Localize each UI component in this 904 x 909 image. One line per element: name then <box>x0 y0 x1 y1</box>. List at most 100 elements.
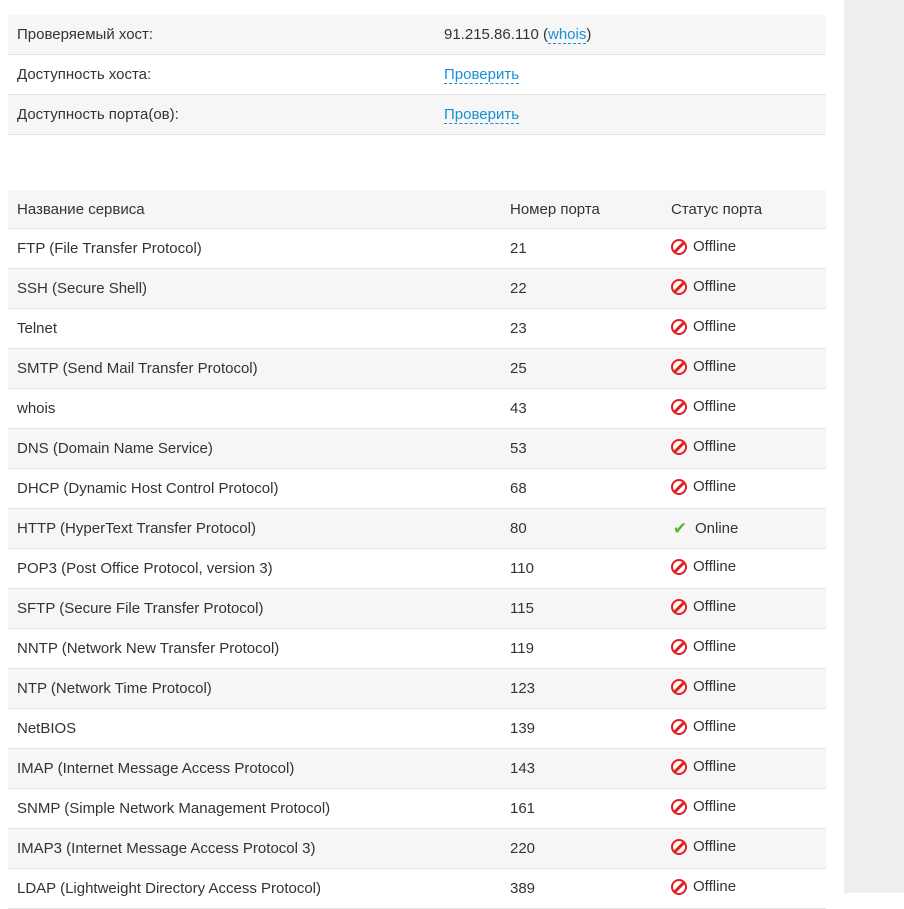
status-badge: Offline <box>671 798 736 815</box>
port-status: Offline <box>662 628 826 669</box>
port-status: Offline <box>662 708 826 749</box>
check-ports-link[interactable]: Проверить <box>444 106 520 124</box>
status-badge: Offline <box>671 638 736 655</box>
service-name: POP3 (Post Office Protocol, version 3) <box>8 548 501 589</box>
header-port-status: Статус порта <box>662 190 826 229</box>
right-sidebar-background <box>844 0 904 893</box>
table-row: NNTP (Network New Transfer Protocol) 119 O… <box>8 628 826 669</box>
port-availability-label: Доступность порта(ов): <box>8 94 435 135</box>
status-label: Offline <box>693 558 737 576</box>
port-status: Offline <box>662 668 826 709</box>
port-number: 21 <box>501 228 662 269</box>
service-name: NTP (Network Time Protocol) <box>8 668 501 709</box>
service-name: SMTP (Send Mail Transfer Protocol) <box>8 348 501 389</box>
service-name: NetBIOS <box>8 708 501 749</box>
port-number: 143 <box>501 748 662 789</box>
status-label: Offline <box>693 718 737 736</box>
no-entry-icon <box>671 358 687 375</box>
status-label: Offline <box>693 438 737 456</box>
port-status: Offline <box>662 468 826 509</box>
no-entry-icon <box>671 878 687 895</box>
host-row: Проверяемый хост: 91.215.86.110 (whois) <box>8 15 826 55</box>
status-label: Online <box>695 520 739 537</box>
no-entry-icon <box>671 638 687 655</box>
port-number: 389 <box>501 868 662 909</box>
status-label: Offline <box>693 398 737 416</box>
status-badge: Offline <box>671 358 736 375</box>
table-row: IMAP3 (Internet Message Access Protocol … <box>8 828 826 869</box>
no-entry-icon <box>671 598 687 615</box>
status-badge: Offline <box>671 398 736 415</box>
no-entry-icon <box>671 558 687 575</box>
status-label: Offline <box>693 598 737 616</box>
status-label: Offline <box>693 318 737 336</box>
port-status: Offline <box>662 308 826 349</box>
host-ip: 91.215.86.110 <box>444 26 539 43</box>
whois-link[interactable]: whois <box>547 26 587 44</box>
host-info-table: Проверяемый хост: 91.215.86.110 (whois) … <box>8 15 826 135</box>
table-row: NTP (Network Time Protocol) 123 Offline <box>8 668 826 709</box>
port-number: 80 <box>501 508 662 549</box>
service-name: SNMP (Simple Network Management Protocol… <box>8 788 501 829</box>
no-entry-icon <box>671 478 687 495</box>
table-row: HTTP (HyperText Transfer Protocol) 80 ✔ Onl… <box>8 508 826 549</box>
service-name: LDAP (Lightweight Directory Access Proto… <box>8 868 501 909</box>
host-availability-row: Доступность хоста: Проверить <box>8 54 826 95</box>
port-number: 161 <box>501 788 662 829</box>
status-label: Offline <box>693 678 737 696</box>
status-badge: Offline <box>671 758 736 775</box>
port-number: 68 <box>501 468 662 509</box>
table-row: IMAP (Internet Message Access Protocol) 1… <box>8 748 826 789</box>
status-badge: Offline <box>671 318 736 335</box>
status-badge: Offline <box>671 238 736 255</box>
status-badge: ✔ Online <box>671 519 738 539</box>
status-badge: Offline <box>671 478 736 495</box>
service-name: DHCP (Dynamic Host Control Protocol) <box>8 468 501 509</box>
table-row: LDAP (Lightweight Directory Access Proto… <box>8 868 826 909</box>
no-entry-icon <box>671 278 687 295</box>
status-badge: Offline <box>671 838 736 855</box>
status-badge: Offline <box>671 718 736 735</box>
status-label: Offline <box>693 838 737 856</box>
service-name: Telnet <box>8 308 501 349</box>
port-number: 115 <box>501 588 662 629</box>
host-label: Проверяемый хост: <box>8 15 435 55</box>
port-status: Offline <box>662 788 826 829</box>
no-entry-icon <box>671 798 687 815</box>
main-content: Проверяемый хост: 91.215.86.110 (whois) … <box>8 15 826 909</box>
status-label: Offline <box>693 278 737 296</box>
table-row: SNMP (Simple Network Management Protocol… <box>8 788 826 829</box>
service-name: whois <box>8 388 501 429</box>
no-entry-icon <box>671 678 687 695</box>
port-status: Offline <box>662 428 826 469</box>
port-number: 25 <box>501 348 662 389</box>
status-badge: Offline <box>671 678 736 695</box>
status-badge: Offline <box>671 438 736 455</box>
table-row: DHCP (Dynamic Host Control Protocol) 68 Of… <box>8 468 826 509</box>
status-label: Offline <box>693 638 737 656</box>
check-host-link[interactable]: Проверить <box>444 66 520 84</box>
status-label: Offline <box>693 478 737 496</box>
no-entry-icon <box>671 398 687 415</box>
port-status: Offline <box>662 268 826 309</box>
port-number: 110 <box>501 548 662 589</box>
table-row: whois 43 Offline <box>8 388 826 429</box>
status-label: Offline <box>693 798 737 816</box>
port-status: Offline <box>662 228 826 269</box>
table-row: POP3 (Post Office Protocol, version 3) 11… <box>8 548 826 589</box>
port-number: 43 <box>501 388 662 429</box>
header-service-name: Название сервиса <box>8 190 501 229</box>
service-name: IMAP3 (Internet Message Access Protocol … <box>8 828 501 869</box>
service-name: FTP (File Transfer Protocol) <box>8 228 501 269</box>
ports-table-body: FTP (File Transfer Protocol) 21 Offline SSH… <box>8 228 826 909</box>
header-port-number: Номер порта <box>501 190 662 229</box>
service-name: IMAP (Internet Message Access Protocol) <box>8 748 501 789</box>
status-badge: Offline <box>671 558 736 575</box>
status-label: Offline <box>693 758 737 776</box>
port-status: Offline <box>662 388 826 429</box>
port-number: 22 <box>501 268 662 309</box>
port-number: 23 <box>501 308 662 349</box>
table-row: SSH (Secure Shell) 22 Offline <box>8 268 826 309</box>
port-status: Offline <box>662 828 826 869</box>
table-row: SMTP (Send Mail Transfer Protocol) 25 Offl… <box>8 348 826 389</box>
